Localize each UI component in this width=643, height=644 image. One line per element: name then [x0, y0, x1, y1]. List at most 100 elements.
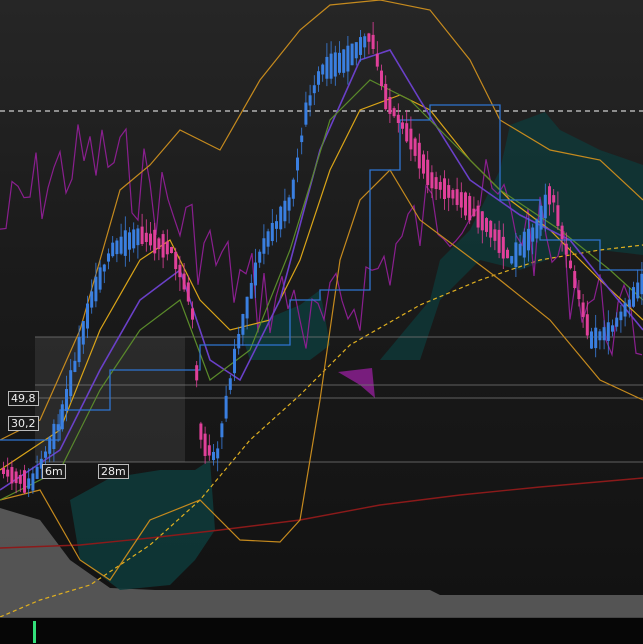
candle: [262, 238, 266, 254]
candle: [325, 56, 329, 79]
candle: [107, 253, 110, 262]
candle: [136, 228, 140, 246]
candle: [44, 451, 47, 458]
candle: [123, 230, 127, 256]
candle: [527, 228, 530, 251]
candle: [422, 154, 425, 174]
candle: [186, 282, 190, 302]
candle: [102, 264, 106, 272]
candle: [430, 172, 434, 189]
candle: [73, 360, 77, 372]
candle: [10, 467, 14, 484]
timeline-strip: [0, 617, 643, 644]
candle: [556, 205, 560, 226]
candle: [476, 205, 480, 228]
candle: [405, 123, 409, 142]
candle: [371, 34, 375, 49]
signal-marker[interactable]: [33, 621, 36, 643]
candle: [392, 108, 396, 117]
candle: [514, 242, 518, 268]
candle: [195, 365, 199, 381]
candle: [254, 262, 257, 286]
candle: [115, 240, 119, 255]
candle: [321, 64, 325, 75]
candle: [615, 317, 619, 327]
candle: [228, 378, 232, 390]
cloud-lower: [70, 460, 215, 590]
candle: [518, 243, 522, 256]
candle: [279, 206, 283, 230]
candle: [249, 282, 253, 299]
candle: [472, 208, 476, 217]
candle: [317, 71, 320, 85]
candle: [233, 348, 236, 374]
candle: [170, 246, 173, 254]
chart-canvas: [0, 0, 643, 617]
candle: [434, 177, 438, 189]
candle: [426, 159, 430, 186]
candle: [296, 157, 299, 171]
candle: [203, 433, 207, 456]
candle: [69, 370, 73, 397]
candle: [543, 194, 547, 219]
candle: [191, 308, 194, 320]
candle: [241, 313, 245, 335]
candle: [451, 190, 455, 199]
candle: [539, 205, 543, 230]
candle: [602, 327, 606, 341]
candle: [132, 229, 136, 249]
candle: [174, 251, 178, 270]
candle: [165, 241, 169, 255]
candle: [23, 470, 26, 493]
candle: [161, 234, 165, 258]
candle: [14, 471, 18, 484]
candle: [636, 282, 640, 299]
candle: [455, 189, 459, 205]
candle: [480, 211, 484, 231]
candle: [409, 128, 413, 150]
candle: [220, 423, 224, 438]
candle: [438, 181, 442, 190]
price-chart: 49,8 30,2 6m 28m: [0, 0, 643, 644]
candle: [501, 236, 505, 259]
candle: [447, 185, 451, 198]
candle: [367, 33, 371, 42]
candle: [216, 448, 220, 459]
candle: [258, 251, 262, 263]
candle: [182, 273, 186, 290]
candle: [417, 142, 421, 169]
candle: [401, 122, 404, 129]
candle: [98, 267, 102, 290]
candle: [237, 333, 241, 349]
candle: [266, 231, 270, 247]
candle: [623, 302, 627, 317]
candle: [224, 395, 228, 419]
candle: [506, 249, 509, 259]
time-marker-6m: 6m: [42, 464, 66, 479]
candle: [65, 389, 68, 411]
candle: [128, 232, 131, 250]
candle: [380, 70, 383, 87]
candle: [48, 437, 52, 454]
candle: [300, 135, 304, 143]
candle: [86, 303, 89, 329]
candle: [338, 52, 341, 73]
candle: [18, 474, 22, 484]
candle: [359, 37, 362, 55]
candle: [606, 322, 610, 341]
candle: [627, 299, 631, 308]
candle: [560, 225, 564, 240]
candle: [304, 102, 308, 125]
candle: [56, 424, 60, 431]
candle: [464, 192, 467, 216]
candle: [207, 445, 211, 456]
candle: [375, 53, 379, 67]
candle: [396, 114, 400, 123]
candle: [77, 337, 81, 363]
candle: [270, 222, 274, 242]
candle: [333, 52, 337, 77]
candle: [6, 469, 10, 477]
candle: [493, 229, 497, 241]
candle: [489, 220, 493, 238]
candle: [598, 331, 602, 341]
